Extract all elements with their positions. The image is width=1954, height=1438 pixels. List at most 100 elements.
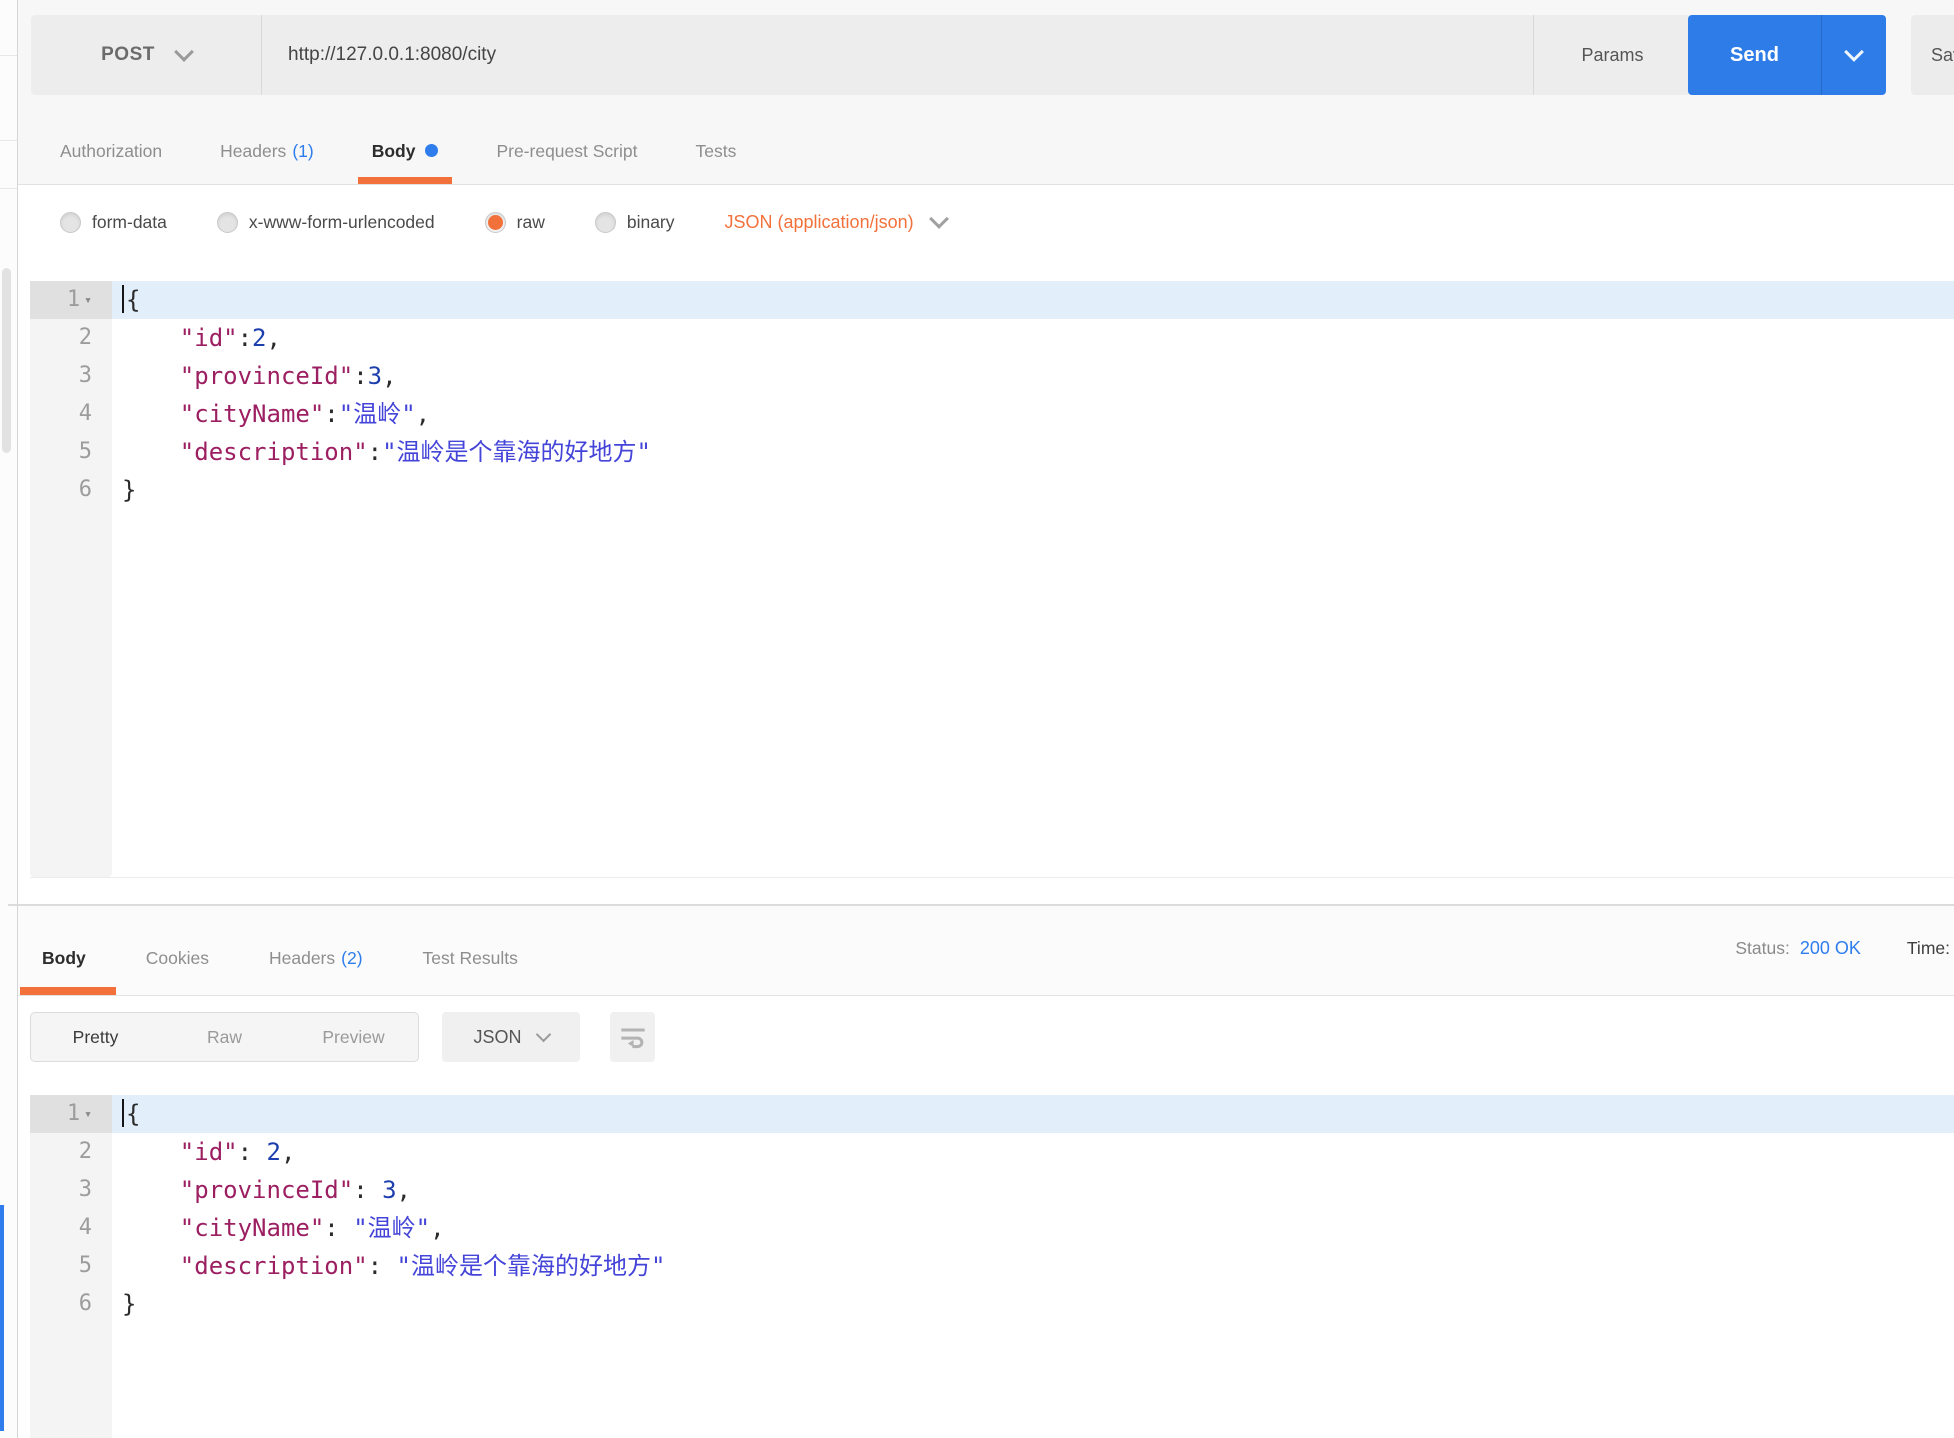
text-cursor <box>122 1099 124 1127</box>
code-line[interactable]: "id":2, <box>122 319 1954 357</box>
code-token: : <box>368 438 382 466</box>
postman-window: POST http://127.0.0.1:8080/city Params S… <box>0 0 1954 1438</box>
line-number: 4 <box>30 395 112 433</box>
tab-response-body[interactable]: Body <box>42 948 86 995</box>
view-raw-button[interactable]: Raw <box>160 1013 289 1061</box>
radio-icon[interactable] <box>60 212 81 233</box>
radio-icon[interactable] <box>595 212 616 233</box>
content-type-select[interactable]: JSON (application/json) <box>725 212 946 233</box>
code-token: "温岭" <box>353 1214 430 1242</box>
code-line: "description": "温岭是个靠海的好地方" <box>122 1247 1954 1285</box>
tab-count: (2) <box>341 948 362 968</box>
sidebar-divider <box>0 140 17 141</box>
tab-label: Test Results <box>423 948 518 968</box>
code-token: "温岭" <box>339 400 416 428</box>
line-number: 3 <box>30 357 112 395</box>
response-tabs: Body Cookies Headers (2) Test Results <box>42 906 518 995</box>
tab-tests[interactable]: Tests <box>695 141 736 184</box>
response-body-editor[interactable]: 1▾23456 { "id": 2, "provinceId": 3, "city… <box>30 1095 1954 1438</box>
code-line[interactable]: "description":"温岭是个靠海的好地方" <box>122 433 1954 471</box>
active-tab-underline <box>358 177 453 184</box>
code-token: "provinceId" <box>122 362 353 390</box>
code-area[interactable]: { "id":2, "provinceId":3, "cityName":"温岭… <box>122 281 1954 509</box>
tab-authorization[interactable]: Authorization <box>60 141 162 184</box>
fold-toggle-icon[interactable]: ▾ <box>84 293 92 308</box>
code-token: 2 <box>267 1138 281 1166</box>
code-token: 3 <box>368 362 382 390</box>
tab-label: Headers <box>269 948 335 968</box>
sidebar-selection-indicator <box>0 1205 4 1431</box>
status-value[interactable]: 200 OK <box>1800 938 1861 959</box>
tab-body[interactable]: Body <box>372 141 439 184</box>
code-token: 2 <box>252 324 266 352</box>
params-label: Params <box>1581 45 1643 66</box>
code-line[interactable]: "cityName":"温岭", <box>122 395 1954 433</box>
code-token: , <box>416 400 430 428</box>
code-token: : <box>353 362 367 390</box>
code-token: "cityName" <box>122 1214 324 1242</box>
radio-label: form-data <box>92 212 167 233</box>
wrap-text-icon <box>619 1025 647 1049</box>
radio-form-data[interactable]: form-data <box>60 212 167 233</box>
code-token: , <box>430 1214 444 1242</box>
params-button[interactable]: Params <box>1533 15 1691 95</box>
code-token: { <box>126 1100 140 1128</box>
fold-toggle-icon[interactable]: ▾ <box>84 1107 92 1122</box>
status-label: Status: <box>1735 938 1789 959</box>
radio-x-www-form-urlencoded[interactable]: x-www-form-urlencoded <box>217 212 435 233</box>
radio-selected-icon[interactable] <box>485 212 506 233</box>
code-token: { <box>126 286 140 314</box>
format-label: JSON <box>473 1027 521 1048</box>
tab-test-results[interactable]: Test Results <box>423 948 518 995</box>
time-label: Time: <box>1907 938 1950 959</box>
code-line[interactable]: } <box>122 471 1954 509</box>
view-preview-button[interactable]: Preview <box>289 1013 418 1061</box>
sidebar-scrollbar[interactable] <box>2 268 11 453</box>
code-line: } <box>122 1285 1954 1323</box>
content-type-label: JSON (application/json) <box>725 212 914 233</box>
code-token: "温岭是个靠海的好地方" <box>382 438 651 466</box>
code-line[interactable]: "provinceId":3, <box>122 357 1954 395</box>
code-line[interactable]: { <box>122 281 1954 319</box>
tab-pre-request-script[interactable]: Pre-request Script <box>496 141 637 184</box>
code-token: "provinceId" <box>122 1176 353 1204</box>
tab-response-cookies[interactable]: Cookies <box>146 948 209 995</box>
code-token: "id" <box>122 324 238 352</box>
radio-raw[interactable]: raw <box>485 212 545 233</box>
request-body-editor[interactable]: 1▾23456{ "id":2, "provinceId":3, "cityNa… <box>30 281 1954 878</box>
line-number-gutter: 1▾23456 <box>30 1095 112 1438</box>
line-number-gutter: 1▾23456 <box>30 281 112 877</box>
view-pretty-button[interactable]: Pretty <box>31 1013 160 1061</box>
line-number: 6 <box>30 1285 112 1323</box>
code-token: : <box>324 1214 353 1242</box>
sidebar-divider <box>0 55 17 56</box>
save-button[interactable]: Save <box>1911 15 1954 95</box>
code-token: "id" <box>122 1138 238 1166</box>
sidebar-edge <box>0 0 18 1438</box>
radio-icon[interactable] <box>217 212 238 233</box>
send-options-button[interactable] <box>1822 15 1886 95</box>
code-line: "id": 2, <box>122 1133 1954 1171</box>
response-header: Body Cookies Headers (2) Test Results Sta… <box>18 906 1954 996</box>
tab-label: Body <box>372 141 416 161</box>
wrap-text-button[interactable] <box>610 1012 655 1062</box>
radio-label: binary <box>627 212 675 233</box>
line-number: 3 <box>30 1171 112 1209</box>
code-token: : <box>368 1252 397 1280</box>
response-format-select[interactable]: JSON <box>442 1012 580 1062</box>
radio-label: raw <box>517 212 545 233</box>
code-token: : <box>238 1138 267 1166</box>
code-token: 3 <box>382 1176 396 1204</box>
response-toolbar: Pretty Raw Preview JSON <box>30 1012 655 1062</box>
send-button[interactable]: Send <box>1688 15 1822 95</box>
tab-label: Tests <box>695 141 736 161</box>
view-label: Pretty <box>73 1027 119 1048</box>
code-token: : <box>324 400 338 428</box>
code-token: , <box>267 324 281 352</box>
tab-headers[interactable]: Headers(1) <box>220 141 314 184</box>
radio-label: x-www-form-urlencoded <box>249 212 435 233</box>
radio-binary[interactable]: binary <box>595 212 675 233</box>
tab-response-headers[interactable]: Headers (2) <box>269 948 363 995</box>
code-token: , <box>397 1176 411 1204</box>
line-number: 1▾ <box>30 1095 112 1133</box>
